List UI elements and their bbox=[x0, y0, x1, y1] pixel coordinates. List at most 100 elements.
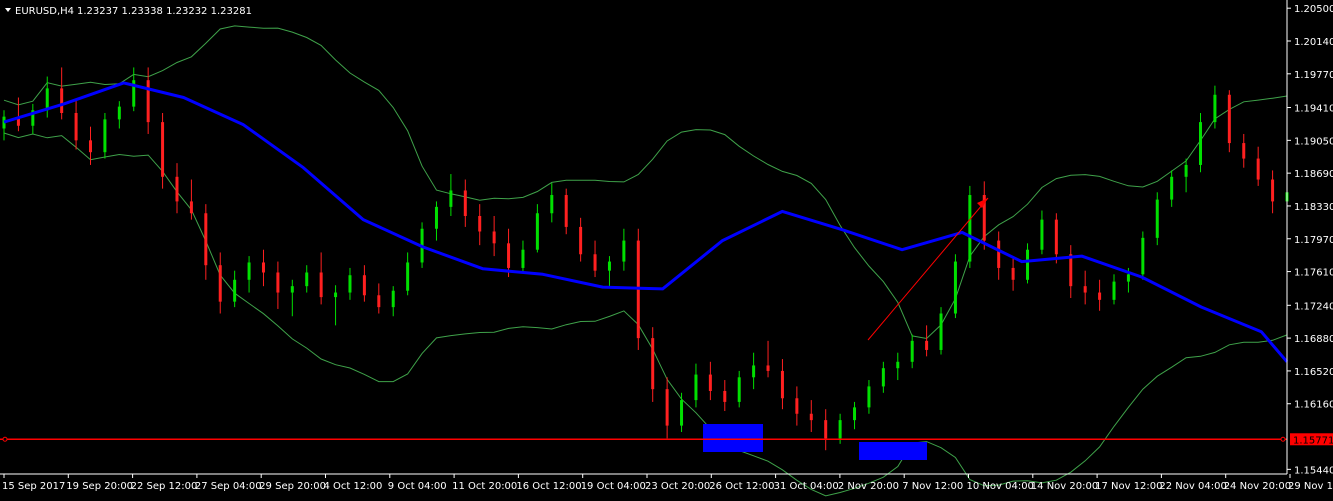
candle-body bbox=[492, 231, 496, 244]
candle-body bbox=[723, 390, 727, 402]
candle-body bbox=[564, 195, 568, 227]
candle-body bbox=[550, 195, 554, 214]
candle-body bbox=[1199, 122, 1203, 165]
candle-body bbox=[867, 386, 871, 408]
candle-body bbox=[766, 365, 770, 371]
candle-body bbox=[1184, 164, 1188, 177]
candle-body bbox=[117, 106, 121, 120]
candle-body bbox=[809, 413, 813, 421]
time-tick-label: 27 Sep 04:00 bbox=[195, 481, 262, 492]
candle-body bbox=[694, 374, 698, 401]
candle-body bbox=[204, 213, 208, 266]
candle-body bbox=[593, 254, 597, 271]
candle-body bbox=[434, 206, 438, 229]
candle-body bbox=[1271, 179, 1275, 202]
time-tick-label: 15 Sep 2017 bbox=[2, 481, 65, 492]
price-tick-label: 1.16520 bbox=[1294, 367, 1333, 378]
time-tick-label: 22 Nov 04:00 bbox=[1159, 481, 1226, 492]
candle bbox=[939, 307, 943, 355]
price-tick-label: 1.18690 bbox=[1294, 169, 1333, 180]
candle-body bbox=[1242, 143, 1246, 159]
candle-body bbox=[276, 272, 280, 293]
time-tick-label: 11 Oct 20:00 bbox=[452, 481, 517, 492]
candle-body bbox=[737, 377, 741, 402]
candle-body bbox=[1083, 286, 1087, 293]
candle-body bbox=[838, 420, 842, 439]
time-tick-label: 9 Oct 04:00 bbox=[388, 481, 447, 492]
candle-body bbox=[939, 313, 943, 350]
candle-body bbox=[189, 201, 193, 214]
candle-body bbox=[334, 292, 338, 298]
candle-body bbox=[953, 261, 957, 314]
time-tick-label: 2 Nov 20:00 bbox=[838, 481, 899, 492]
time-tick-label: 22 Sep 12:00 bbox=[131, 481, 198, 492]
candle-body bbox=[622, 240, 626, 262]
candle-body bbox=[348, 275, 352, 293]
candle-body bbox=[1227, 94, 1231, 144]
price-tick-label: 1.19410 bbox=[1294, 104, 1333, 115]
price-tick-label: 1.18330 bbox=[1294, 202, 1333, 213]
candle-body bbox=[1170, 176, 1174, 200]
time-tick-label: 19 Oct 04:00 bbox=[581, 481, 646, 492]
candle-body bbox=[161, 122, 165, 177]
price-chart[interactable]: 1.15771 1.20500 1.20140 1.19770 1.19410 1.19… bbox=[0, 0, 1333, 497]
price-tick-label: 1.17970 bbox=[1294, 235, 1333, 246]
candle-body bbox=[1112, 281, 1116, 300]
candle-body bbox=[925, 340, 929, 350]
candle-body bbox=[88, 140, 92, 153]
price-tick-label: 1.20140 bbox=[1294, 37, 1333, 48]
price-tick-label: 1.17610 bbox=[1294, 268, 1333, 279]
candle-body bbox=[780, 370, 784, 399]
time-tick-label: 23 Oct 20:00 bbox=[645, 481, 710, 492]
candle bbox=[1227, 90, 1231, 153]
candle-body bbox=[680, 400, 684, 426]
candle-body bbox=[463, 190, 467, 216]
candle-body bbox=[1213, 94, 1217, 123]
candle-body bbox=[247, 262, 251, 280]
chart-header: EURUSD,H4 1.23237 1.23338 1.23232 1.2328… bbox=[5, 6, 252, 17]
candle-body bbox=[233, 279, 237, 302]
candle-body bbox=[261, 262, 265, 273]
price-tick-label: 1.16880 bbox=[1294, 334, 1333, 345]
time-tick-label: 24 Nov 20:00 bbox=[1224, 481, 1291, 492]
candle-body bbox=[968, 195, 972, 262]
candle-body bbox=[896, 361, 900, 369]
candle bbox=[1155, 192, 1159, 246]
time-tick-label: 29 Sep 20:00 bbox=[259, 481, 326, 492]
candle-body bbox=[824, 420, 828, 439]
candle-body bbox=[1256, 158, 1260, 180]
candle-body bbox=[305, 272, 309, 287]
candle-body bbox=[478, 215, 482, 232]
candle-body bbox=[507, 243, 511, 268]
candle-body bbox=[1141, 237, 1145, 275]
price-tick-label: 1.16160 bbox=[1294, 400, 1333, 411]
candle-body bbox=[406, 262, 410, 291]
candle-body bbox=[881, 368, 885, 387]
price-tick-label: 1.20500 bbox=[1294, 4, 1333, 15]
candle-body bbox=[60, 88, 64, 113]
candle-body bbox=[579, 226, 583, 255]
candle-body bbox=[1098, 292, 1102, 300]
candle-body bbox=[752, 365, 756, 378]
candle-body bbox=[910, 340, 914, 362]
candle-body bbox=[1069, 254, 1073, 287]
level-handle bbox=[2, 436, 8, 442]
candle-body bbox=[521, 249, 525, 268]
candle-body bbox=[997, 240, 1001, 268]
chart-svg: 1.15771 1.20500 1.20140 1.19770 1.19410 1.19… bbox=[0, 0, 1333, 497]
time-tick-label: 29 Nov 12:00 bbox=[1288, 481, 1333, 492]
level-handle bbox=[1280, 436, 1286, 442]
candle-body bbox=[218, 265, 222, 302]
time-tick-label: 17 Nov 12:00 bbox=[1095, 481, 1162, 492]
candle-body bbox=[45, 88, 49, 111]
candle-body bbox=[362, 275, 366, 296]
candle-body bbox=[1040, 219, 1044, 250]
candle-body bbox=[1026, 249, 1030, 280]
candle-body bbox=[1054, 219, 1058, 255]
candle-body bbox=[103, 119, 107, 153]
price-tick-label: 1.17240 bbox=[1294, 301, 1333, 312]
candle-body bbox=[651, 338, 655, 390]
candle bbox=[103, 112, 107, 159]
candle-body bbox=[853, 407, 857, 421]
price-tick-label: 1.19050 bbox=[1294, 136, 1333, 147]
